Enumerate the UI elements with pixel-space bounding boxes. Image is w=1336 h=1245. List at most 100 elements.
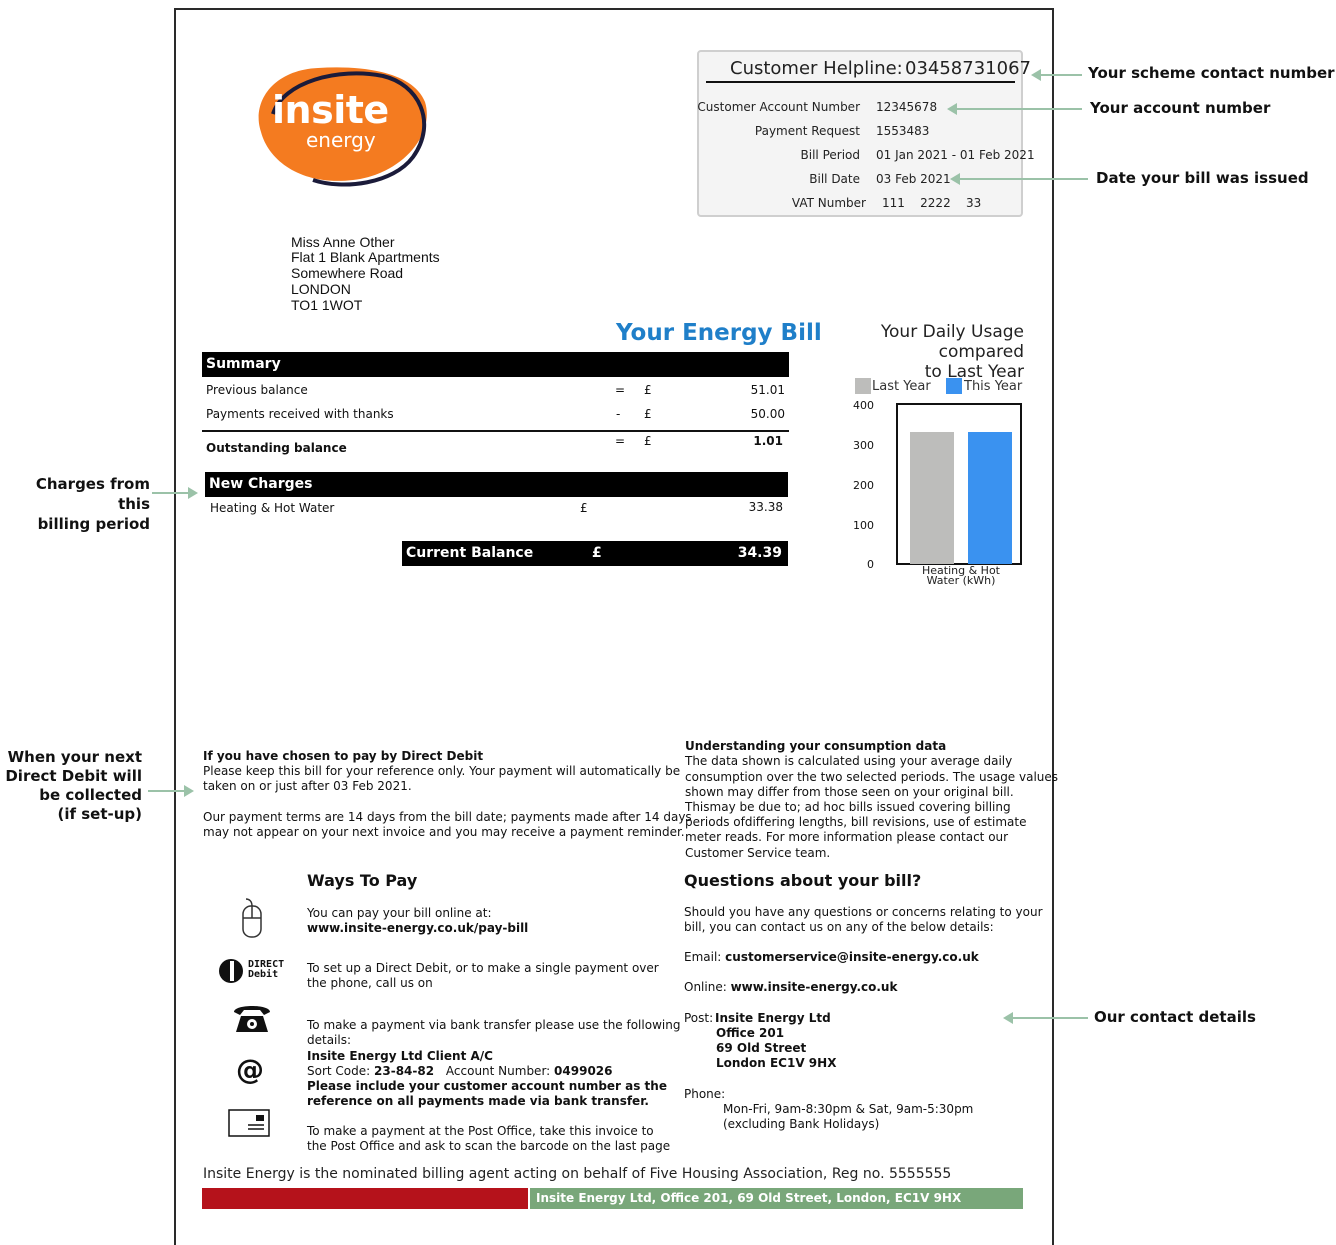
questions-intro-line: Should you have any questions or concern… [684,905,1043,919]
y-tick: 400 [853,399,874,412]
helpline-number[interactable]: 03458731067 [905,58,1031,79]
x-category-label: Heating & Hot Water (kWh) [903,565,1019,587]
info-value-period: 01 Jan 2021 - 01 Feb 2021 [876,148,1035,162]
pay-dd-line: the phone, call us on [307,976,433,990]
logo-word-main: insite [272,88,389,132]
contact-online-row: Online: www.insite-energy.co.uk [684,980,897,995]
account-number-value: 0499026 [554,1064,613,1078]
annotation-arrow-head [188,487,198,499]
phone-hours-line: Mon-Fri, 9am-8:30pm & Sat, 9am-5:30pm [723,1102,974,1116]
chart-title: Your Daily Usage compared to Last Year [810,322,1024,382]
consumption-line: The data shown is calculated using your … [685,754,1013,768]
annotation-direct-debit: When your next Direct Debit will be coll… [4,748,142,824]
info-label-vat: VAT Number [791,196,866,210]
dd-text-line: taken on or just after 03 Feb 2021. [203,779,412,793]
online-link[interactable]: www.insite-energy.co.uk [731,980,898,994]
current-balance-currency: £ [592,545,602,561]
charge-row-label: Heating & Hot Water [210,501,335,515]
annotation-date-issued: Date your bill was issued [1096,169,1309,187]
chart-title-line: Your Daily Usage compared [880,322,1024,362]
info-label-account: Customer Account Number [697,100,860,114]
current-balance-value: 34.39 [737,545,782,561]
helpline-label: Customer Helpline: [730,58,903,79]
annotation-line: Direct Debit will [5,767,142,785]
billing-agent-notice: Insite Energy is the nominated billing a… [203,1166,952,1182]
dd-logo-text: DIRECT Debit [248,960,284,980]
current-balance-label: Current Balance [406,545,534,561]
pay-online-line: You can pay your bill online at: [307,906,492,920]
annotation-charges: Charges from this billing period [4,474,150,534]
telephone-icon [234,1006,270,1032]
usage-chart [896,403,1022,565]
helpline-divider [706,81,1015,83]
terms-line: may not appear on your next invoice and … [203,825,685,839]
address-line: Miss Anne Other [291,234,395,250]
account-number-label: Account Number: [445,1064,551,1078]
summary-row-currency: £ [644,407,652,421]
annotation-account-number: Your account number [1090,99,1271,117]
bar-this-year [968,432,1012,564]
annotation-arrow-head [184,785,194,797]
annotation-arrow [959,178,1088,180]
summary-row-label: Previous balance [206,383,308,397]
terms-line: Our payment terms are 14 days from the b… [203,810,692,824]
post-label: Post: [684,1011,714,1025]
email-label: Email: [684,950,722,964]
annotation-line: (if set-up) [57,805,142,823]
logo-word-sub: energy [306,128,376,152]
annotation-arrow-head [1031,69,1041,81]
phone-label: Phone: [684,1087,726,1101]
post-address-line: Office 201 [716,1026,785,1040]
x-category-line: Water (kWh) [926,574,996,587]
consumption-heading: Understanding your consumption data [685,739,947,753]
annotation-arrow [1012,1017,1088,1019]
dd-logo-line: Debit [248,969,279,980]
annotation-scheme-contact: Your scheme contact number [1088,64,1335,82]
y-tick: 0 [867,558,874,571]
legend-label-this-year: This Year [964,379,1023,394]
legend-swatch-this-year [946,378,962,394]
sort-code-value: 23-84-82 [374,1064,435,1078]
direct-debit-icon [219,959,243,983]
info-value-payment: 1553483 [876,124,930,138]
pay-online-url[interactable]: www.insite-energy.co.uk/pay-bill [307,921,528,936]
annotation-line: Charges from this [35,475,150,513]
pay-bank-line: details: [307,1033,352,1047]
mouse-icon [242,898,262,938]
summary-divider [202,430,789,432]
pay-dd-line: To set up a Direct Debit, or to make a s… [307,961,659,975]
charge-row-currency: £ [580,501,588,515]
summary-row-label: Payments received with thanks [206,407,394,421]
sort-code-label: Sort Code: [307,1064,371,1078]
legend-label-last-year: Last Year [872,379,931,394]
y-tick: 300 [853,439,874,452]
outstanding-value: 1.01 [753,434,783,448]
new-charges-header: New Charges [205,472,788,497]
annotation-arrow [956,108,1082,110]
info-label-payment: Payment Request [754,124,860,138]
legend-swatch-last-year [855,378,871,394]
annotation-contact-details: Our contact details [1094,1008,1256,1026]
bank-note-line: reference on all payments made via bank … [307,1094,649,1108]
current-balance-bar: Current Balance £ 34.39 [402,541,788,566]
annotation-line: billing period [37,515,150,533]
consumption-line: consumption over the two selected period… [685,770,1059,784]
info-label-period: Bill Period [800,148,860,162]
post-address-line: Insite Energy Ltd [715,1011,831,1025]
charge-row-value: 33.38 [748,500,783,514]
consumption-line: Thismay be due to; ad hoc bills issued c… [685,800,1011,814]
email-link[interactable]: customerservice@insite-energy.co.uk [725,950,979,964]
pay-post-line: the Post Office and ask to scan the barc… [307,1139,671,1153]
annotation-line: When your next [7,748,142,766]
summary-header: Summary [202,352,789,377]
summary-row-sign: = [615,383,626,397]
bar-last-year [910,432,954,564]
annotation-arrow-head [1003,1012,1013,1024]
annotation-line: be collected [39,786,142,804]
summary-row-value: 51.01 [750,383,785,397]
bank-account-name: Insite Energy Ltd Client A/C [307,1049,493,1063]
direct-debit-logo: DIRECT Debit [218,958,296,984]
outstanding-currency: £ [644,434,652,448]
address-line: LONDON [291,281,351,297]
consumption-line: shown may differ from those seen on your… [685,785,1014,799]
